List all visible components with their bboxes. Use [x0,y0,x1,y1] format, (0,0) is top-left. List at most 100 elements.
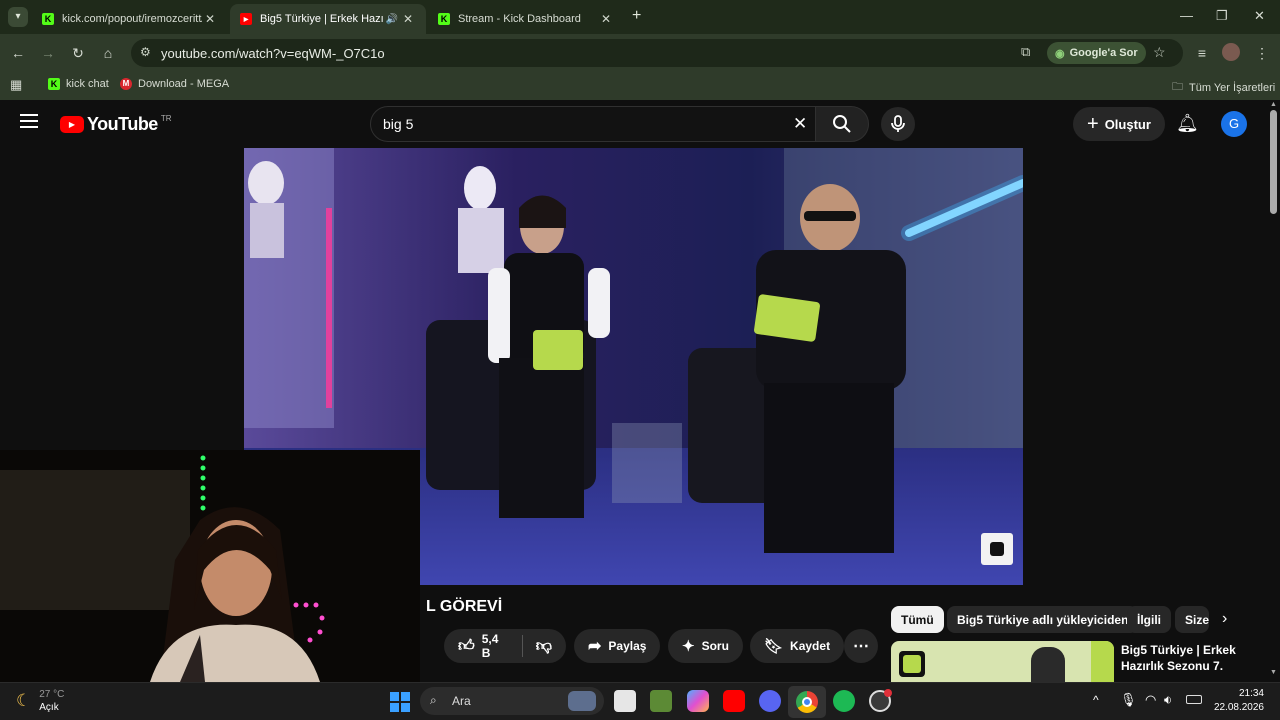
notifications-bell-icon[interactable]: 🔔︎ [1176,113,1199,134]
save-label: Kaydet [790,639,831,653]
kick-icon: K [48,78,60,90]
account-avatar[interactable]: G [1221,111,1247,137]
minimize-button[interactable]: — [1180,8,1193,23]
all-bookmarks[interactable]: 🗀 Tüm Yer İşaretleri [1172,78,1275,97]
share-button[interactable]: ➦ Paylaş [574,629,661,663]
chip-related[interactable]: İlgili [1127,606,1171,633]
forward-icon[interactable]: → [38,43,58,63]
hamburger-menu-icon[interactable] [20,114,38,128]
battery-icon[interactable] [1186,695,1202,704]
tab-title: Big5 Türkiye | Erkek Hazırlık [260,13,384,25]
taskbar-search[interactable]: ⌕ Ara [420,687,604,715]
thumbs-down-icon[interactable]: 👎︎ [536,637,552,656]
apps-grid-icon[interactable]: ▦ [10,77,22,93]
page-scrollbar[interactable]: ▲ ▼ [1268,100,1280,682]
recommended-video-thumbnail[interactable] [891,641,1114,682]
browser-tab-strip: ▾ K kick.com/popout/iremozceritt/c ✕ ▶ B… [0,0,1280,34]
spotify-icon[interactable] [833,690,855,712]
search-placeholder: Ara [452,694,471,708]
microphone-icon [891,115,905,132]
speaker-icon[interactable]: 🔊 [384,14,400,25]
close-icon[interactable]: ✕ [598,12,614,26]
scroll-down-arrow-icon[interactable]: ▼ [1270,669,1277,676]
wifi-icon[interactable]: ◠ [1145,692,1156,708]
like-count: 5,4 B [481,632,499,660]
weather-widget[interactable]: ☾ 27 °C Açık [16,688,64,714]
tab-kick-dashboard[interactable]: K Stream - Kick Dashboard ✕ [428,4,624,34]
bookmark-kick-chat[interactable]: K kick chat [48,78,109,90]
search-input[interactable]: big 5 ✕ [370,106,816,142]
save-button[interactable]: 🔖︎ Kaydet [750,629,845,663]
clear-search-icon[interactable]: ✕ [793,114,807,134]
clock-date: 22.08.2026 [1213,702,1264,713]
chevron-right-icon[interactable]: › [1222,610,1227,628]
channel-watermark-icon[interactable] [981,533,1013,565]
discord-icon[interactable] [759,690,781,712]
youtube-app-icon[interactable] [723,690,745,712]
reload-icon[interactable]: ↻ [68,43,88,63]
close-icon[interactable]: ✕ [202,12,218,26]
clock[interactable]: 21:34 22.08.2026 [1212,687,1264,715]
create-button[interactable]: + Oluştur [1073,107,1165,141]
webcam-overlay [0,450,420,682]
chip-label: Size [1185,612,1209,627]
media-controls-icon[interactable]: ≡ [1192,43,1212,63]
moon-icon: ☾ [16,691,32,710]
chrome-icon[interactable] [788,686,826,718]
windows-taskbar: ☾ 27 °C Açık ⌕ Ara ^ 🎙︎ ◠ 🔉︎ 21:34 22.08… [0,682,1280,720]
windows-start-icon[interactable] [390,692,410,712]
bookmark-label: Download - MEGA [138,78,230,90]
chip-all[interactable]: Tümü [891,606,944,633]
google-sor-button[interactable]: ◉ Google'a Sor [1047,42,1146,64]
all-bookmarks-label: Tüm Yer İşaretleri [1189,81,1276,94]
new-tab-button[interactable]: + [632,7,641,25]
back-icon[interactable]: ← [8,43,28,63]
scroll-up-arrow-icon[interactable]: ▲ [1270,101,1277,108]
cast-icon[interactable]: ⧉ [1021,44,1030,60]
youtube-masthead: ▶ YouTube TR big 5 ✕ + Oluştur 🔔︎ G [0,100,1268,148]
share-label: Paylaş [608,639,647,653]
search-highlight-icon [568,691,596,711]
webcam-image [0,450,420,682]
weather-status: Açık [39,702,59,713]
folder-icon: 🗀 [1172,81,1183,93]
bookmark-icon: 🔖︎ [764,638,784,655]
search-button[interactable] [815,106,869,142]
search-query-text: big 5 [383,116,414,132]
like-button[interactable]: 👍︎ 5,4 B 👎︎ [444,629,566,663]
task-view-icon[interactable] [614,690,636,712]
tab-youtube-big5[interactable]: ▶ Big5 Türkiye | Erkek Hazırlık 🔊 ✕ [230,4,426,34]
tray-chevron-icon[interactable]: ^ [1093,693,1099,707]
recommended-video-title[interactable]: Big5 Türkiye | Erkek Hazırlık Sezonu 7. [1121,642,1261,674]
voice-search-button[interactable] [881,107,915,141]
clock-time: 21:34 [1238,688,1264,699]
share-arrow-icon: ➦ [588,638,602,655]
profile-avatar[interactable] [1222,43,1240,61]
copilot-icon[interactable] [687,690,709,712]
kick-icon: K [438,13,450,25]
bookmark-star-icon[interactable]: ☆ [1153,44,1166,61]
youtube-icon: ▶ [240,13,252,25]
microphone-tray-icon[interactable]: 🎙︎ [1120,692,1137,708]
scrollbar-thumb[interactable] [1270,110,1277,214]
close-window-button[interactable]: ✕ [1254,8,1265,24]
address-bar[interactable]: ⚙ youtube.com/watch?v=eqWM-_O7C1o ⧉ ◉ Go… [131,39,1183,67]
youtube-logo[interactable]: ▶ YouTube TR [60,114,172,135]
chip-for-you[interactable]: Size [1175,606,1209,633]
minecraft-icon[interactable] [650,690,672,712]
restore-button[interactable]: ❐ [1216,8,1228,24]
home-icon[interactable]: ⌂ [98,43,118,63]
lens-icon: ◉ [1055,47,1065,60]
chip-from-uploader[interactable]: Big5 Türkiye adlı yükleyiciden [947,606,1139,633]
search-icon: ⌕ [430,693,437,707]
volume-icon[interactable]: 🔉︎ [1164,692,1172,708]
site-info-icon[interactable]: ⚙ [140,45,151,59]
close-icon[interactable]: ✕ [400,12,416,26]
rec-title-line: Hazırlık Sezonu 7. [1121,659,1224,673]
bookmark-mega[interactable]: M Download - MEGA [120,78,229,90]
menu-kebab-icon[interactable]: ⋮ [1252,43,1272,63]
tab-search-dropdown[interactable]: ▾ [8,7,28,27]
tab-kick-chat[interactable]: K kick.com/popout/iremozceritt/c ✕ [32,4,228,34]
ask-button[interactable]: ✦ Soru [668,629,743,663]
more-actions-button[interactable]: ⋯ [844,629,878,663]
